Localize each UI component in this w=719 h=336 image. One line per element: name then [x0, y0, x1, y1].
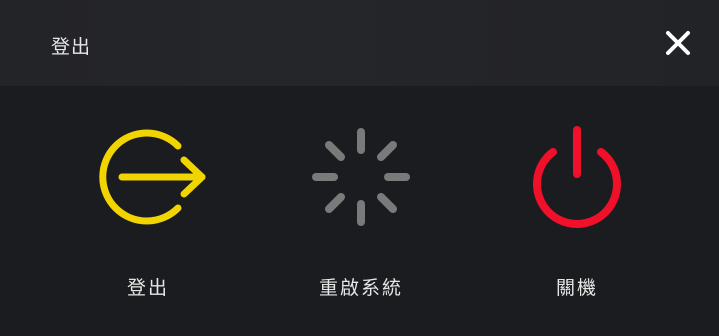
- restart-spinner-icon: [291, 122, 431, 236]
- close-button[interactable]: [660, 27, 696, 59]
- close-icon: [666, 31, 690, 55]
- logout-icon: [78, 122, 218, 236]
- restart-label: 重啟系統: [318, 277, 403, 299]
- dialog-header: 登出: [0, 0, 719, 87]
- dialog-body: 登出 重啟系統 關機: [0, 87, 719, 336]
- logout-dialog: 登出 登出 重啟系統 關機: [0, 0, 719, 336]
- logout-label: 登出: [126, 277, 169, 299]
- shutdown-label: 關機: [555, 277, 598, 299]
- power-icon: [507, 122, 647, 236]
- dialog-title: 登出: [51, 36, 92, 58]
- shutdown-option[interactable]: 關機: [487, 87, 667, 336]
- logout-option[interactable]: 登出: [58, 87, 238, 336]
- restart-option[interactable]: 重啟系統: [271, 87, 451, 336]
